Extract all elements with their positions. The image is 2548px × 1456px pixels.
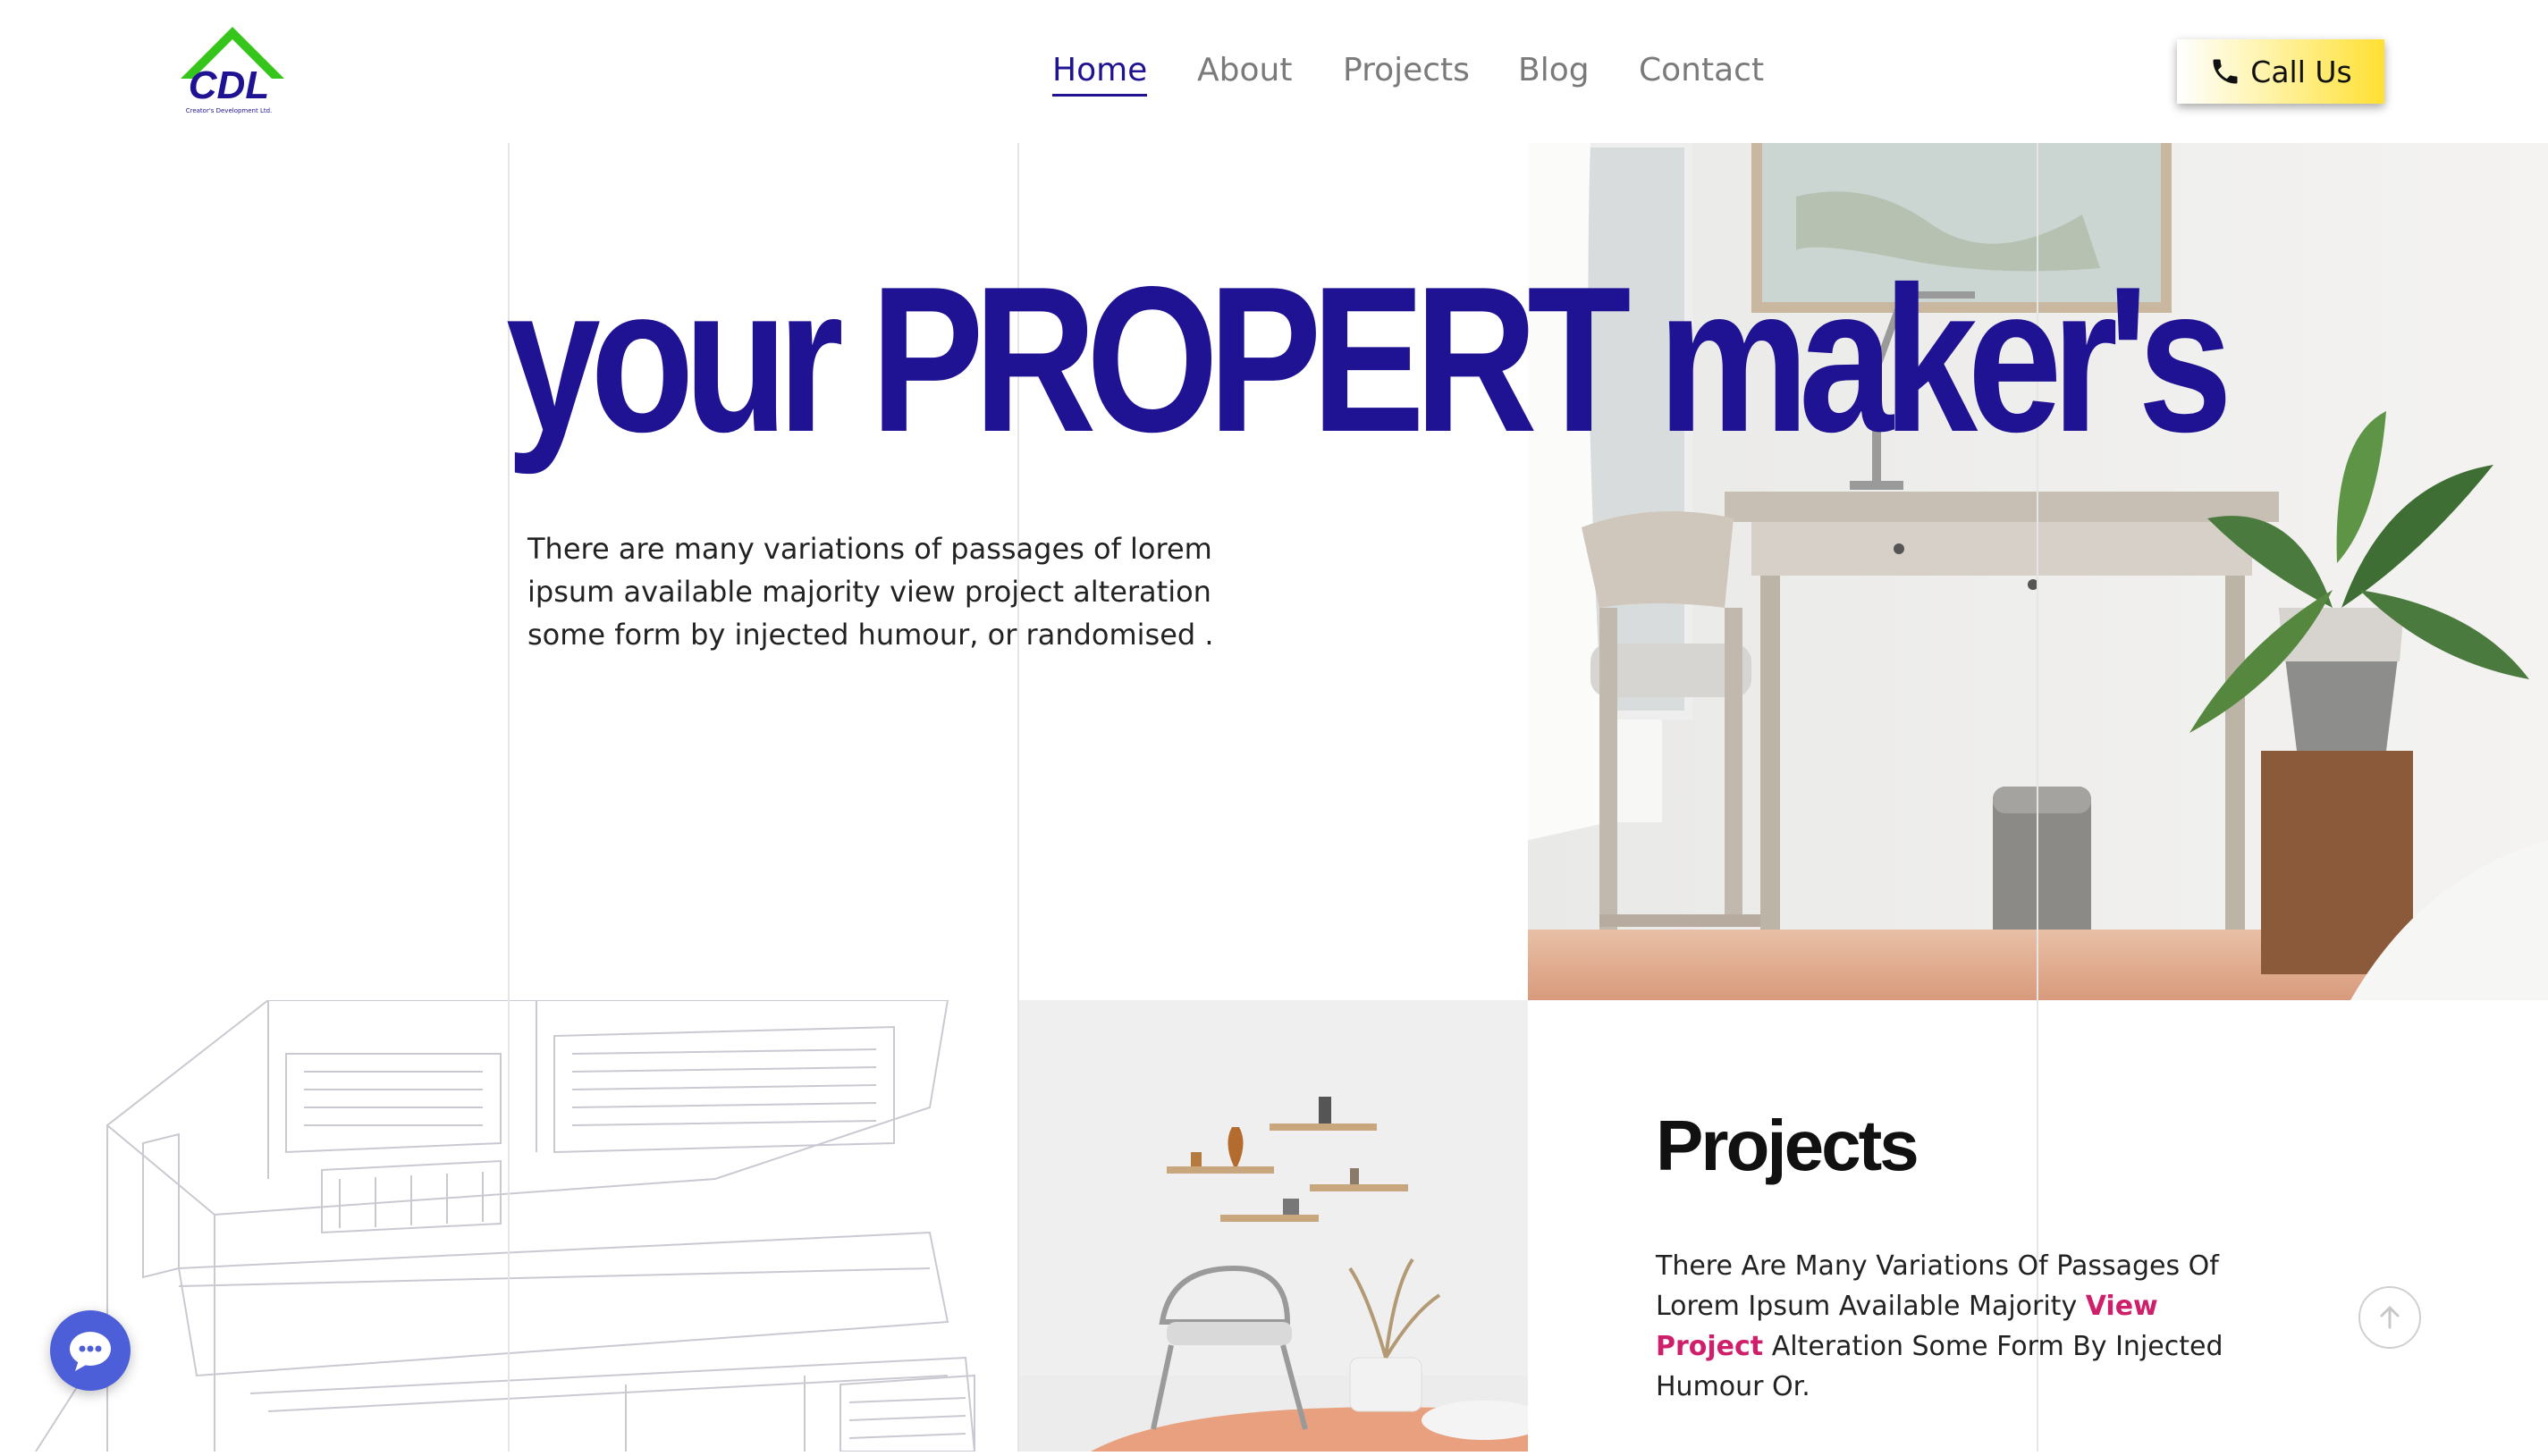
call-us-button[interactable]: Call Us — [2177, 39, 2384, 104]
chat-button[interactable] — [50, 1310, 131, 1391]
nav-home[interactable]: Home — [1052, 50, 1148, 97]
chat-bubble-icon — [50, 1332, 131, 1393]
projects-description: There Are Many Variations Of Passages Of… — [1656, 1246, 2264, 1407]
nav-blog[interactable]: Blog — [1518, 50, 1590, 91]
nav-contact[interactable]: Contact — [1639, 50, 1764, 91]
main-nav: Home About Projects Blog Contact — [0, 50, 2548, 97]
logo-tagline: Creator's Development Ltd. — [186, 107, 273, 114]
nav-about[interactable]: About — [1197, 50, 1292, 91]
site-header: CDL Creator's Development Ltd. Home Abou… — [0, 0, 2548, 143]
arrow-up-icon — [2360, 1306, 2419, 1350]
projects-heading: Projects — [1656, 1106, 1919, 1185]
interior-shelf-photo — [1019, 1000, 1528, 1452]
scroll-to-top-button[interactable] — [2358, 1286, 2421, 1349]
phone-icon — [2209, 55, 2241, 88]
hero-description: There are many variations of passages of… — [527, 532, 1214, 652]
hero-title: your PROPERT maker's — [506, 244, 2232, 476]
nav-projects[interactable]: Projects — [1343, 50, 1470, 91]
call-us-label: Call Us — [2250, 54, 2352, 89]
